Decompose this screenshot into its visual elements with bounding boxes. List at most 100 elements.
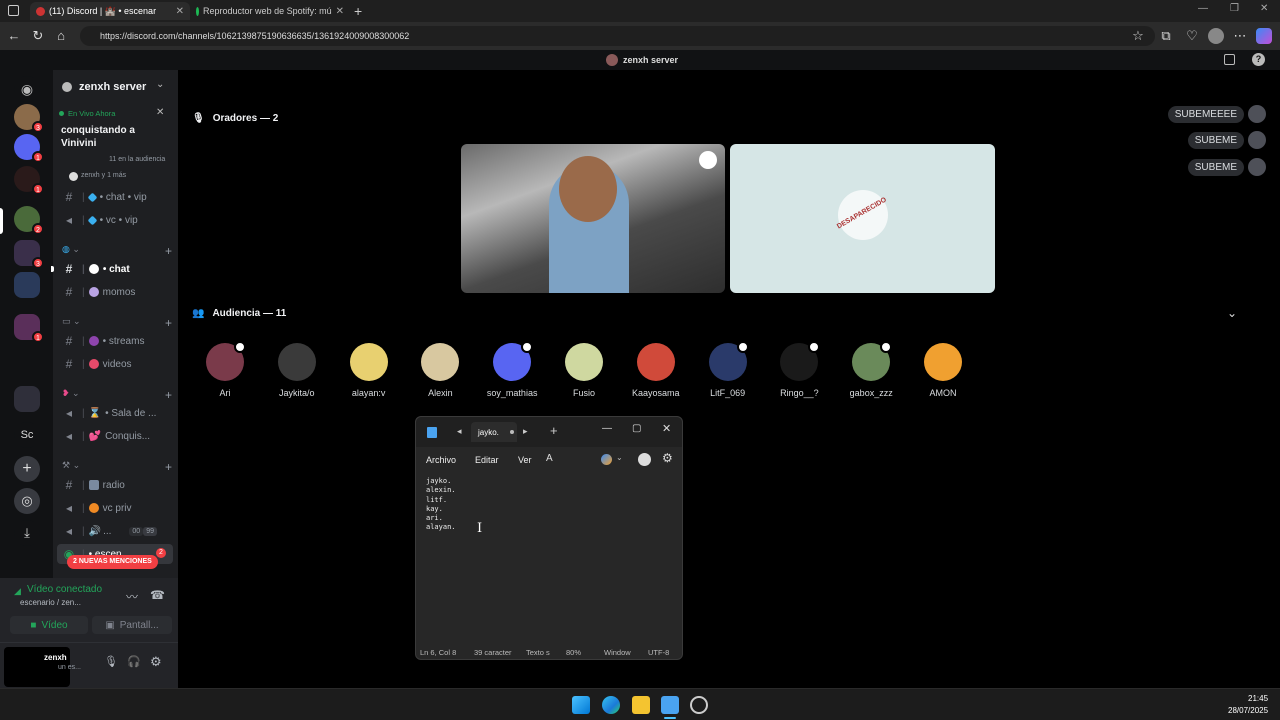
server-icon[interactable] xyxy=(14,272,40,298)
category-media[interactable]: ▭ ⌄ + xyxy=(62,316,172,330)
username[interactable]: zenxh xyxy=(44,653,67,662)
collapse-audience-icon[interactable]: ⌄ xyxy=(1227,306,1237,320)
favorite-star-icon[interactable]: ☆ xyxy=(1130,28,1146,44)
audience-member[interactable]: Ari xyxy=(195,341,255,398)
server-header[interactable]: zenxh server ⌄ xyxy=(53,70,178,104)
channel-videos[interactable]: # | videos xyxy=(53,354,178,374)
other-app-icon[interactable] xyxy=(690,696,708,714)
add-channel-icon[interactable]: + xyxy=(165,316,172,330)
video-button[interactable]: ■ Vídeo xyxy=(10,616,88,634)
audience-member[interactable]: soy_mathias xyxy=(482,341,542,398)
server-folder[interactable] xyxy=(14,386,40,412)
new-tab-button[interactable]: + xyxy=(354,3,362,19)
channel-conquis[interactable]: ◂ | 💕 Conquis... xyxy=(53,426,178,446)
back-icon[interactable]: ← xyxy=(6,28,22,44)
clock-date[interactable]: 28/07/2025 xyxy=(1228,706,1268,715)
settings-gear-icon[interactable]: ⚙ xyxy=(662,451,673,465)
audience-member[interactable]: Kaayosama xyxy=(626,343,686,398)
inbox-icon[interactable] xyxy=(1224,54,1235,65)
channel-vc-priv[interactable]: ◂ | vc priv xyxy=(53,498,178,518)
extensions-icon[interactable]: ⧉ xyxy=(1158,28,1174,44)
channel-vc-vip[interactable]: ◂ | • vc • vip xyxy=(53,210,178,230)
audience-member[interactable]: alayan:v xyxy=(339,343,399,398)
channel-chat[interactable]: # | • chat xyxy=(53,259,178,279)
chevron-down-icon[interactable]: ⌄ xyxy=(616,453,623,462)
download-icon[interactable]: ⤓ xyxy=(14,520,40,546)
window-menu-icon[interactable] xyxy=(8,5,19,16)
new-tab-button[interactable]: + xyxy=(550,423,558,438)
edge-browser-icon[interactable] xyxy=(602,696,620,714)
server-icon[interactable]: 3 xyxy=(14,104,44,133)
close-button[interactable]: ✕ xyxy=(662,422,671,435)
url-field[interactable]: https://discord.com/channels/10621398751… xyxy=(80,26,1155,46)
add-channel-icon[interactable]: + xyxy=(165,388,172,402)
audience-member[interactable]: Ringo__? xyxy=(769,341,829,398)
more-menu-icon[interactable]: ⋯ xyxy=(1232,28,1248,44)
channel-sala[interactable]: ◂ | ⌛ • Sala de ... xyxy=(53,403,178,423)
file-explorer-icon[interactable] xyxy=(632,696,650,714)
notepad-text-area[interactable]: jayko. alexin. litf. kay. ari. alayan. xyxy=(426,477,666,637)
minimize-window-button[interactable]: — xyxy=(1198,3,1208,14)
channel-momos[interactable]: # | momos xyxy=(53,282,178,302)
category-globe[interactable]: ◍ ⌄ + xyxy=(62,244,172,258)
add-server-icon[interactable]: + xyxy=(14,456,40,482)
close-window-button[interactable]: ✕ xyxy=(1260,3,1268,14)
account-icon[interactable] xyxy=(638,453,651,466)
add-channel-icon[interactable]: + xyxy=(165,460,172,474)
headphones-icon[interactable]: 🎧 xyxy=(127,655,141,668)
audience-member[interactable]: AMON xyxy=(913,343,973,398)
help-icon[interactable]: ? xyxy=(1252,53,1265,66)
server-folder[interactable]: 3 xyxy=(14,240,44,269)
voice-location[interactable]: escenario / zen... xyxy=(20,598,81,607)
tab-discord[interactable]: (11) Discord | 🏰 • escenar ✕ xyxy=(30,2,190,20)
noise-suppression-icon[interactable]: 〰 xyxy=(126,588,138,605)
server-icon[interactable]: 1 xyxy=(14,166,44,195)
clock-time[interactable]: 21:45 xyxy=(1248,694,1268,703)
audience-member[interactable]: Fusio xyxy=(554,343,614,398)
reload-icon[interactable]: ↻ xyxy=(30,28,46,44)
discord-home-icon[interactable]: ◉ xyxy=(14,76,40,102)
settings-gear-icon[interactable]: ⚙ xyxy=(150,654,162,670)
discover-icon[interactable]: ◎ xyxy=(14,488,40,514)
server-icon[interactable]: 2 xyxy=(14,206,44,235)
channel-chat-vip[interactable]: # | • chat • vip xyxy=(53,187,178,207)
maximize-button[interactable]: ▢ xyxy=(632,423,641,434)
windows-start-icon[interactable] xyxy=(572,696,590,714)
close-tab-icon[interactable]: ✕ xyxy=(336,6,344,17)
menu-archivo[interactable]: Archivo xyxy=(426,455,456,465)
browser-essentials-icon[interactable]: ♡ xyxy=(1184,28,1200,44)
screen-share-button[interactable]: ▣ Pantall... xyxy=(92,616,172,634)
close-tab-icon[interactable]: ✕ xyxy=(176,6,184,17)
notepad-taskbar-icon[interactable] xyxy=(661,696,679,714)
server-icon[interactable]: 1 xyxy=(14,134,44,163)
copilot-icon[interactable] xyxy=(601,454,612,465)
channel-streams[interactable]: # | • streams xyxy=(53,331,178,351)
minimize-button[interactable]: — xyxy=(602,423,612,434)
profile-avatar[interactable] xyxy=(1208,28,1224,44)
disconnect-icon[interactable]: ☎ xyxy=(150,588,165,602)
tab-spotify[interactable]: Reproductor web de Spotify: mú ✕ xyxy=(190,2,350,20)
server-folder[interactable]: 1 xyxy=(14,314,44,343)
menu-editar[interactable]: Editar xyxy=(475,455,499,465)
audience-member[interactable]: Jaykita/o xyxy=(267,343,327,398)
channel-radio[interactable]: # | radio xyxy=(53,475,178,495)
add-channel-icon[interactable]: + xyxy=(165,244,172,258)
category-love[interactable]: ❥ ⌄ + xyxy=(62,388,172,402)
audience-member[interactable]: Alexin xyxy=(410,343,470,398)
maximize-window-button[interactable]: ❐ xyxy=(1230,3,1239,14)
speaker-video-tile[interactable] xyxy=(461,144,725,293)
audience-member[interactable]: LitF_069 xyxy=(698,341,758,398)
microphone-icon[interactable]: 🎙 xyxy=(104,655,118,668)
dismiss-live-icon[interactable]: ✕ xyxy=(156,107,164,118)
copilot-icon[interactable] xyxy=(1256,28,1272,44)
tab-scroll-left-icon[interactable]: ◂ xyxy=(457,426,462,437)
speaker-disappeared-tile[interactable]: DESAPARECIDO xyxy=(730,144,995,293)
format-text-icon[interactable]: A xyxy=(546,453,553,464)
channel-voice-occupied[interactable]: ◂ | 🔊 ... 00 99 xyxy=(53,521,178,541)
server-sc[interactable]: Sc xyxy=(14,422,40,448)
category-tools[interactable]: ⚒ ⌄ + xyxy=(62,460,172,474)
zoom-level[interactable]: 80% xyxy=(566,648,581,657)
audience-member[interactable]: gabox_zzz xyxy=(841,341,901,398)
voice-status[interactable]: Vídeo conectado xyxy=(27,584,102,595)
menu-ver[interactable]: Ver xyxy=(518,455,532,465)
